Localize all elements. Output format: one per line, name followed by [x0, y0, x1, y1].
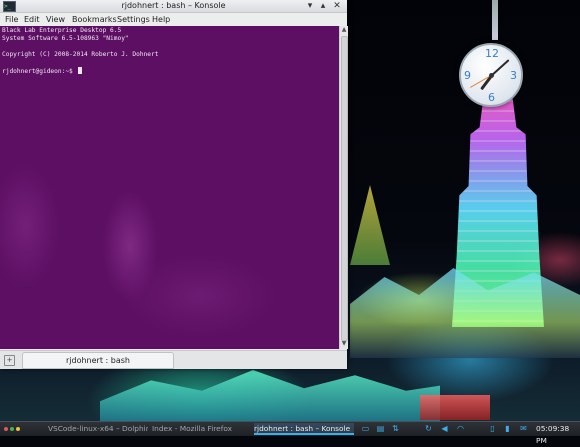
- menu-bookmarks[interactable]: Bookmarks: [72, 13, 117, 26]
- konsole-window: >_ rjdohnert : bash – Konsole ▾ ▴ ✕ File…: [0, 0, 348, 369]
- new-tab-button[interactable]: +: [4, 355, 15, 366]
- battery-icon[interactable]: ▮: [503, 424, 512, 433]
- terminal-prompt: rjdohnert@gideon:~$: [2, 68, 77, 75]
- terminal-scrollbar[interactable]: ▲ ▼: [339, 26, 348, 349]
- volume-icon[interactable]: ◀: [440, 424, 449, 433]
- launcher-dot-icon: [4, 427, 8, 431]
- menu-settings[interactable]: Settings: [117, 13, 150, 26]
- application-launcher[interactable]: [4, 426, 22, 432]
- window-title: rjdohnert : bash – Konsole: [121, 1, 226, 10]
- launcher-dot-icon: [10, 427, 14, 431]
- minimize-button[interactable]: ▾: [305, 1, 315, 11]
- taskbar-clock[interactable]: 05:09:38 PM: [536, 423, 580, 447]
- clock-numeral-9: 9: [464, 69, 471, 82]
- tab-bash[interactable]: rjdohnert : bash: [22, 352, 174, 369]
- wallpaper-red-house: [420, 395, 490, 420]
- terminal-area[interactable]: Black Lab Enterprise Desktop 6.5 System S…: [0, 26, 339, 349]
- menu-bar: File Edit View Bookmarks Settings Help: [0, 13, 347, 26]
- menu-help[interactable]: Help: [152, 13, 170, 26]
- analog-clock-widget[interactable]: 12 3 6 9: [459, 43, 523, 107]
- task-dolphin[interactable]: VSCode-linux-x64 – Dolphin: [48, 423, 148, 435]
- wallpaper-spire: [492, 0, 498, 40]
- clock-center-pin: [489, 73, 494, 78]
- close-button[interactable]: ✕: [332, 1, 342, 11]
- task-konsole[interactable]: rjdohnert : bash – Konsole: [254, 423, 354, 435]
- scrollbar-thumb[interactable]: [341, 36, 348, 341]
- terminal-line: Copyright (C) 2008-2014 Roberto J. Dohne…: [2, 51, 159, 58]
- mail-icon[interactable]: ✉: [519, 424, 528, 433]
- tab-bar: + rjdohnert : bash: [0, 350, 347, 369]
- wallpaper-ice-buildings: [350, 268, 580, 358]
- terminal-output: Black Lab Enterprise Desktop 6.5 System S…: [2, 27, 158, 76]
- refresh-icon[interactable]: ↻: [424, 424, 433, 433]
- window-titlebar[interactable]: >_ rjdohnert : bash – Konsole ▾ ▴ ✕: [0, 0, 347, 13]
- wifi-icon[interactable]: ◠: [456, 424, 465, 433]
- launcher-dot-icon: [16, 427, 20, 431]
- terminal-cursor: [77, 67, 82, 74]
- task-firefox[interactable]: Index - Mozilla Firefox: [152, 423, 247, 435]
- menu-file[interactable]: File: [5, 13, 18, 26]
- clock-numeral-12: 12: [485, 47, 499, 60]
- terminal-prompt-line: rjdohnert@gideon:~$: [2, 67, 158, 76]
- network-icon[interactable]: ⇅: [391, 424, 400, 433]
- maximize-button[interactable]: ▴: [318, 1, 328, 11]
- clock-numeral-3: 3: [510, 69, 517, 82]
- monitor-icon[interactable]: ▭: [361, 424, 370, 433]
- scroll-up-arrow-icon[interactable]: ▲: [341, 27, 347, 33]
- menu-view[interactable]: View: [46, 13, 65, 26]
- terminal-line: System Software 6.5-108963 "Nimoy": [2, 35, 129, 42]
- clock-numeral-6: 6: [488, 91, 495, 104]
- device-icon[interactable]: ▯: [488, 424, 497, 433]
- taskbar-panel: VSCode-linux-x64 – Dolphin Index - Mozil…: [0, 421, 580, 445]
- paste-icon[interactable]: ▤: [376, 424, 385, 433]
- terminal-line: Black Lab Enterprise Desktop 6.5: [2, 27, 122, 34]
- scroll-down-arrow-icon[interactable]: ▼: [341, 341, 347, 347]
- menu-edit[interactable]: Edit: [24, 13, 40, 26]
